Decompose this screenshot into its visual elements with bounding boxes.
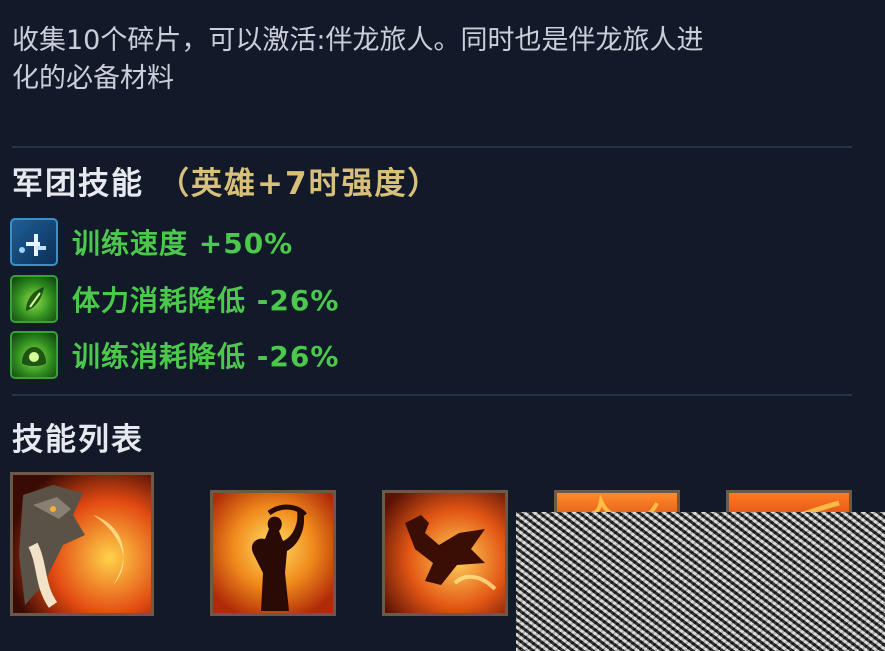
legion-skills-title: 军团技能 （英雄+7时强度） (12, 158, 441, 203)
skill-list-title: 技能列表 (12, 422, 144, 458)
training-cost-reduction-icon (10, 331, 58, 379)
description-line-1: 收集10个碎片，可以激活:伴龙旅人。同时也是伴龙旅人进 (12, 25, 704, 56)
legion-effect-row: 训练消耗降低 -26% (10, 331, 339, 379)
dragon-portrait-icon (19, 485, 124, 608)
description-line-2: 化的必备材料 (12, 63, 174, 94)
legion-effect-row: 体力消耗降低 -26% (10, 275, 339, 323)
effect-label: 体力消耗降低 -26% (72, 284, 340, 317)
divider (12, 394, 852, 396)
legion-effect-row: 训练速度 +50% (10, 218, 293, 266)
skill-slot-2[interactable] (210, 490, 336, 616)
divider (12, 146, 852, 148)
legion-title-label: 军团技能 (12, 166, 144, 202)
skill-slot-1[interactable] (10, 472, 154, 616)
flame-figure-icon (251, 504, 307, 611)
training-speed-icon (10, 218, 58, 266)
skill-slot-3[interactable] (382, 490, 508, 616)
effect-label: 训练消耗降低 -26% (72, 340, 340, 373)
flying-dragon-icon (405, 515, 497, 591)
fragment-description: 收集10个碎片，可以激活:伴龙旅人。同时也是伴龙旅人进 化的必备材料 (12, 22, 872, 98)
effect-label: 训练速度 +50% (72, 227, 294, 260)
stamina-reduction-icon (10, 275, 58, 323)
watermark-noise-overlay (516, 512, 885, 651)
legion-strength-hint: （英雄+7时强度） (158, 166, 441, 202)
